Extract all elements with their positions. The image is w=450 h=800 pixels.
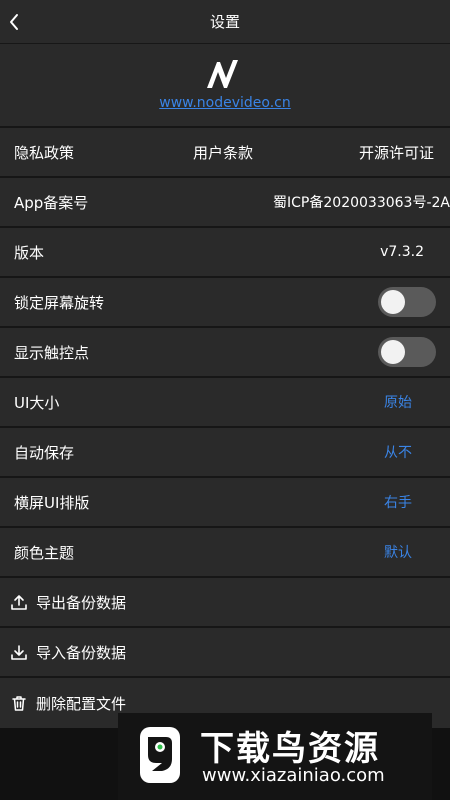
lock-rotation-label: 锁定屏幕旋转 <box>14 293 105 312</box>
landscape-layout-value[interactable]: 右手 <box>384 492 412 512</box>
bird-logo-icon <box>140 727 180 783</box>
open-source-license-link[interactable]: 开源许可证 <box>359 142 434 163</box>
header-bar: 设置 <box>0 0 450 43</box>
color-theme-value[interactable]: 默认 <box>384 542 412 562</box>
version-value: v7.3.2 <box>380 244 424 260</box>
page-title: 设置 <box>209 13 240 31</box>
lock-rotation-toggle[interactable] <box>378 287 436 317</box>
auto-save-value[interactable]: 从不 <box>384 442 412 462</box>
trash-icon <box>12 696 26 711</box>
landscape-layout-label: 横屏UI排版 <box>14 493 90 512</box>
color-theme-label: 颜色主题 <box>14 543 75 562</box>
auto-save-label: 自动保存 <box>14 443 75 462</box>
auto-save-row[interactable]: 自动保存 从不 <box>0 426 450 476</box>
watermark-overlay: 下载鸟资源 www.xiazainiao.com <box>118 713 432 800</box>
chevron-left-icon <box>10 13 18 30</box>
lock-rotation-row: 锁定屏幕旋转 <box>0 276 450 326</box>
policy-links-row: 隐私政策 用户条款 开源许可证 <box>0 126 450 176</box>
icp-row: App备案号 蜀ICP备2020033063号-2A <box>0 176 450 226</box>
ui-size-label: UI大小 <box>14 393 60 412</box>
version-row: 版本 v7.3.2 <box>0 226 450 276</box>
icp-value: 蜀ICP备2020033063号-2A <box>273 195 450 211</box>
show-touches-row: 显示触控点 <box>0 326 450 376</box>
upload-icon <box>11 595 27 610</box>
toggle-knob <box>381 290 405 314</box>
color-theme-row[interactable]: 颜色主题 默认 <box>0 526 450 576</box>
import-backup-row[interactable]: 导入备份数据 <box>0 626 450 676</box>
toggle-knob <box>381 340 405 364</box>
watermark-url: www.xiazainiao.com <box>202 765 385 786</box>
user-terms-link[interactable]: 用户条款 <box>193 142 253 163</box>
privacy-policy-link[interactable]: 隐私政策 <box>14 142 74 163</box>
download-icon <box>11 645 27 660</box>
ui-size-row[interactable]: UI大小 原始 <box>0 376 450 426</box>
icp-label: App备案号 <box>14 193 89 212</box>
export-backup-row[interactable]: 导出备份数据 <box>0 576 450 626</box>
show-touches-toggle[interactable] <box>378 337 436 367</box>
website-link[interactable]: www.nodevideo.cn <box>0 95 450 111</box>
version-label: 版本 <box>14 243 45 262</box>
import-backup-label: 导入备份数据 <box>36 643 127 662</box>
back-button[interactable] <box>0 0 28 43</box>
landscape-layout-row[interactable]: 横屏UI排版 右手 <box>0 476 450 526</box>
brand-block: www.nodevideo.cn <box>0 43 450 126</box>
delete-config-label: 删除配置文件 <box>36 694 127 713</box>
ui-size-value[interactable]: 原始 <box>384 392 412 412</box>
show-touches-label: 显示触控点 <box>14 343 90 362</box>
watermark-title: 下载鸟资源 <box>200 729 380 769</box>
export-backup-label: 导出备份数据 <box>36 593 127 612</box>
nodevideo-logo-icon <box>207 60 238 88</box>
